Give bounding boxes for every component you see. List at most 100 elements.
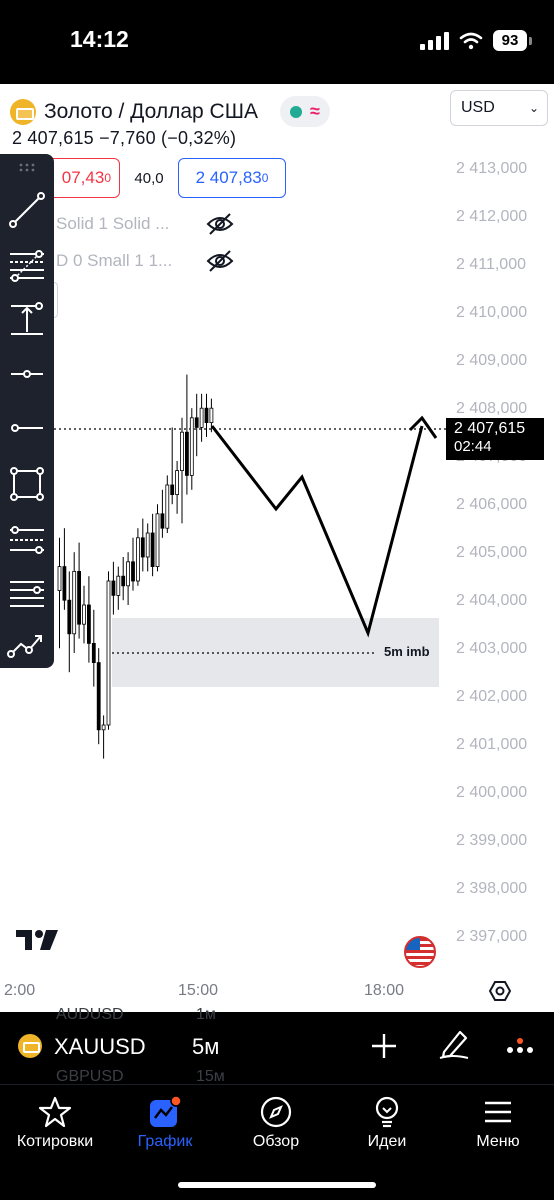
- measure-icon[interactable]: [7, 300, 47, 340]
- rectangle-icon[interactable]: [7, 464, 47, 504]
- sell-price: 07,43: [61, 168, 105, 187]
- y-axis-label: 2 410,000: [456, 304, 528, 321]
- y-axis-label: 2 404,000: [456, 592, 528, 609]
- candle-body: [82, 604, 86, 625]
- y-axis-label: 2 403,000: [456, 640, 528, 657]
- more-icon[interactable]: [506, 1038, 536, 1056]
- market-status-pill[interactable]: ≈: [279, 96, 330, 127]
- currency-select[interactable]: USD ⌄: [450, 90, 548, 126]
- menu-icon: [485, 1101, 511, 1123]
- scroll-symbol-above: AUDUSD 1м: [56, 1006, 216, 1024]
- sell-price-sup: 0: [104, 171, 111, 185]
- nav-ideas[interactable]: Идеи: [337, 1095, 437, 1151]
- gold-symbol-icon: [18, 1034, 42, 1058]
- symbol-ticker[interactable]: XAUUSD: [54, 1034, 146, 1060]
- candle-body: [175, 470, 180, 496]
- drag-handle-icon[interactable]: [18, 162, 36, 172]
- battery-level: 93: [493, 30, 527, 51]
- nav-menu[interactable]: Меню: [448, 1095, 548, 1151]
- plus-icon[interactable]: [370, 1032, 398, 1060]
- lines-menu-icon[interactable]: [7, 574, 47, 614]
- drawing-pen-icon[interactable]: [438, 1028, 470, 1060]
- fib-retracement-icon[interactable]: [7, 246, 47, 286]
- gold-symbol-icon: [10, 98, 36, 125]
- candle-body: [145, 532, 150, 558]
- candle-body: [91, 643, 96, 664]
- cellular-signal-icon: [420, 31, 449, 50]
- candle-body: [111, 580, 116, 596]
- indicator-legend-1[interactable]: Solid 1 Solid ...: [56, 214, 169, 234]
- nav-chart[interactable]: График: [115, 1095, 215, 1151]
- candle-body: [140, 537, 145, 558]
- candle-body: [116, 575, 121, 596]
- y-axis-label: 2 408,000: [456, 400, 528, 417]
- candle-body: [160, 513, 165, 529]
- interval-select[interactable]: 5м: [192, 1034, 219, 1060]
- candle-body: [96, 662, 101, 731]
- candle-body: [87, 604, 91, 644]
- current-price: 2 407,615: [454, 420, 526, 437]
- candle-body: [101, 724, 106, 731]
- x-axis-label: 18:00: [364, 982, 405, 999]
- nav-quotes[interactable]: Котировки: [5, 1095, 105, 1151]
- compass-icon: [260, 1096, 292, 1128]
- y-axis-label: 2 413,000: [456, 160, 528, 177]
- eye-hidden-icon[interactable]: [206, 212, 234, 236]
- bar-countdown: 02:44: [454, 438, 492, 455]
- chevron-down-icon: ⌄: [528, 101, 539, 115]
- candle-body: [209, 407, 214, 424]
- indicator-legend-2[interactable]: D 0 Small 1 1...: [56, 251, 172, 271]
- parallel-channel-icon[interactable]: [7, 520, 47, 560]
- battery-icon: 93: [493, 30, 532, 51]
- price-change: 2 407,615 −7,760 (−0,32%): [12, 128, 237, 148]
- imbalance-label[interactable]: 5m imb: [384, 644, 430, 659]
- candle-body: [180, 431, 184, 472]
- symbol-header[interactable]: Золото / Доллар США ≈: [10, 96, 330, 127]
- candlestick-series: [57, 374, 214, 759]
- candle-body: [77, 570, 81, 625]
- candle-body: [106, 580, 111, 726]
- status-time: 14:12: [70, 26, 129, 52]
- market-open-icon: [289, 105, 302, 118]
- projection-path[interactable]: [210, 425, 424, 638]
- drawing-toolbar[interactable]: [0, 154, 54, 668]
- sell-button[interactable]: 07,43 0: [44, 158, 120, 198]
- horizontal-ray-icon[interactable]: [7, 354, 47, 394]
- nav-label: Идеи: [367, 1133, 407, 1150]
- trend-line-icon[interactable]: [7, 190, 47, 230]
- status-icons: 93: [420, 30, 532, 51]
- home-indicator: [178, 1182, 376, 1188]
- current-price-tag: 2 407,615 02:44: [446, 418, 544, 460]
- order-panel: 07,43 0 40,0 2 407,83 0: [44, 158, 286, 198]
- currency-value: USD: [461, 99, 495, 116]
- candle-body: [135, 537, 140, 582]
- chart-icon: [150, 1095, 182, 1127]
- nav-label: Котировки: [16, 1133, 94, 1150]
- symbol-title[interactable]: Золото / Доллар США: [44, 100, 258, 124]
- y-axis-label: 2 398,000: [456, 880, 528, 897]
- y-axis-label: 2 397,000: [456, 928, 528, 945]
- y-axis-label: 2 412,000: [456, 208, 528, 225]
- chart-settings-icon[interactable]: [488, 979, 512, 1003]
- candle-body: [62, 566, 67, 601]
- candle-body: [170, 484, 175, 495]
- candle-body: [57, 566, 62, 592]
- buy-price: 2 407,83: [195, 168, 262, 187]
- horizontal-line-icon[interactable]: [7, 408, 47, 448]
- candle-body: [150, 532, 155, 567]
- nav-label: График: [137, 1133, 193, 1150]
- path-arrow-icon[interactable]: [7, 624, 47, 664]
- nav-overview[interactable]: Обзор: [226, 1095, 326, 1151]
- bulb-icon: [375, 1096, 399, 1128]
- candle-body: [72, 570, 77, 635]
- chart-area[interactable]: Золото / Доллар США ≈ USD ⌄ 2 407,615 −7…: [0, 84, 554, 1012]
- us-flag-icon: [404, 936, 436, 968]
- buy-button[interactable]: 2 407,83 0: [178, 158, 286, 198]
- ghost-ticker: GBPUSD: [56, 1068, 124, 1085]
- candle-body: [67, 599, 72, 635]
- symbol-bar[interactable]: AUDUSD 1м GBPUSD 15м XAUUSD 5м: [0, 1006, 554, 1085]
- candle-body: [121, 575, 126, 587]
- y-axis-label: 2 401,000: [456, 736, 528, 753]
- eye-hidden-icon[interactable]: [206, 249, 234, 273]
- candle-body: [194, 417, 199, 428]
